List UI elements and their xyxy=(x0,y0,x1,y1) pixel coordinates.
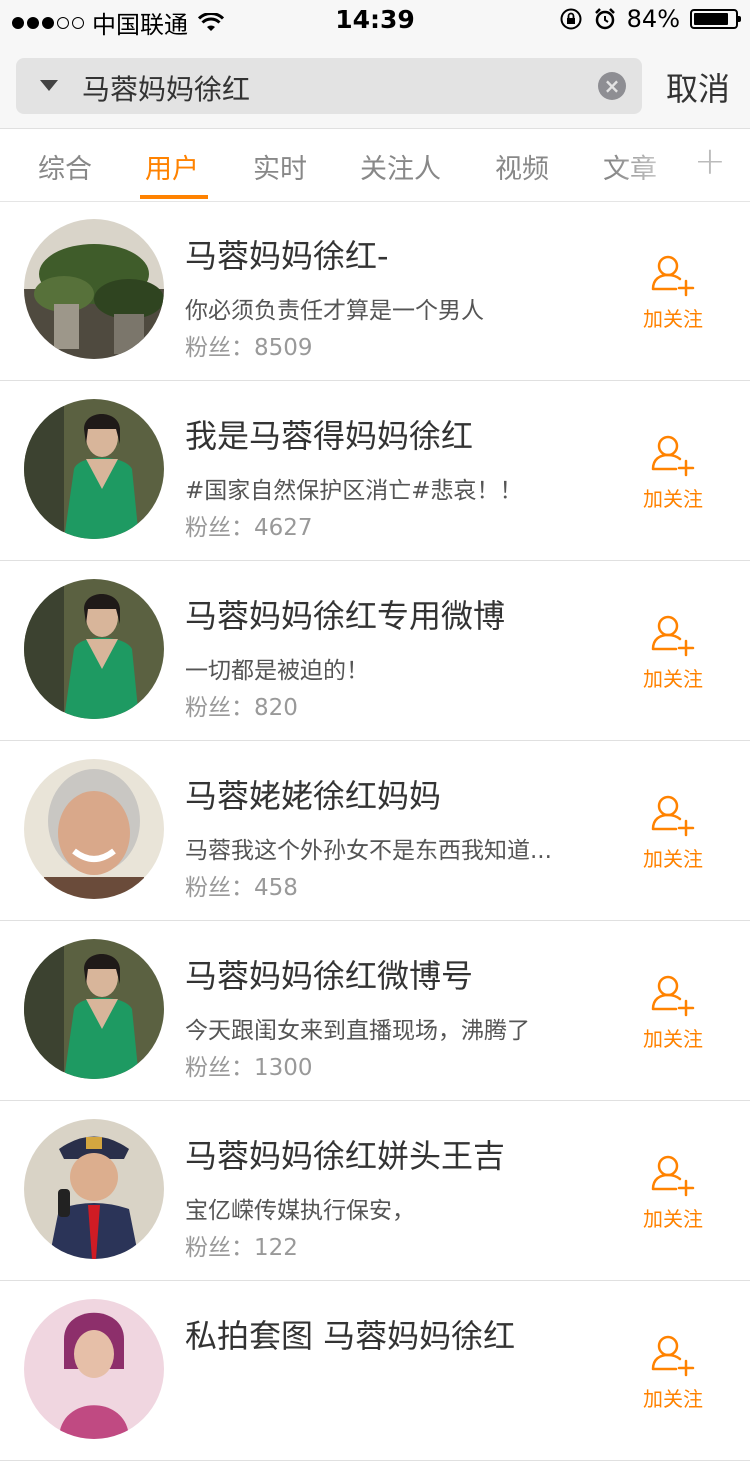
follow-button[interactable]: 加关注 xyxy=(640,791,706,872)
user-name[interactable]: 马蓉妈妈徐红专用微博 xyxy=(185,591,505,637)
user-name[interactable]: 马蓉妈妈徐红微博号 xyxy=(185,951,473,997)
add-user-icon xyxy=(651,1155,695,1197)
search-type-dropdown-icon[interactable] xyxy=(40,80,58,91)
search-input[interactable]: 马蓉妈妈徐红 × xyxy=(16,58,642,114)
tab-followed[interactable]: 关注人 xyxy=(360,147,441,186)
user-description: 马蓉我这个外孙女不是东西我知道... xyxy=(185,838,552,864)
user-result-row[interactable]: 马蓉妈妈徐红姘头王吉 宝亿嵘传媒执行保安， 粉丝：122 加关注 xyxy=(0,1101,750,1281)
add-user-icon xyxy=(651,435,695,477)
user-result-row[interactable]: 马蓉妈妈徐红- 你必须负责任才算是一个男人 粉丝：8509 加关注 xyxy=(0,201,750,381)
user-description: 宝亿嵘传媒执行保安， xyxy=(185,1198,415,1224)
woman-green-avatar[interactable] xyxy=(24,399,164,539)
follow-label: 加关注 xyxy=(643,307,703,331)
tab-realtime[interactable]: 实时 xyxy=(253,147,307,186)
follow-button[interactable]: 加关注 xyxy=(640,431,706,512)
fans-label: 粉丝： xyxy=(185,695,254,721)
user-result-row[interactable]: 我是马蓉得妈妈徐红 #国家自然保护区消亡#悲哀！！ 粉丝：4627 加关注 xyxy=(0,381,750,561)
follow-button[interactable]: 加关注 xyxy=(640,251,706,332)
battery-level xyxy=(694,13,728,25)
fans-label: 粉丝： xyxy=(185,335,254,361)
fans-label: 粉丝： xyxy=(185,1235,254,1261)
tab-all[interactable]: 综合 xyxy=(38,147,92,186)
user-fans-count: 粉丝：122 xyxy=(185,1228,298,1262)
add-user-icon xyxy=(651,255,695,297)
user-description: 你必须负责任才算是一个男人 xyxy=(185,298,484,324)
user-fans-count: 粉丝：1300 xyxy=(185,1048,313,1082)
user-name[interactable]: 马蓉妈妈徐红- xyxy=(185,231,389,277)
user-result-row[interactable]: 私拍套图 马蓉妈妈徐红 加关注 xyxy=(0,1281,750,1461)
battery-percent: 84% xyxy=(626,5,680,33)
elderly-woman-avatar[interactable] xyxy=(24,759,164,899)
add-user-icon xyxy=(651,795,695,837)
add-tab-icon[interactable]: + xyxy=(694,139,726,183)
user-result-row[interactable]: 马蓉妈妈徐红专用微博 一切都是被迫的！ 粉丝：820 加关注 xyxy=(0,561,750,741)
alarm-icon xyxy=(594,8,615,30)
user-name[interactable]: 马蓉姥姥徐红妈妈 xyxy=(185,771,441,817)
follow-button[interactable]: 加关注 xyxy=(640,611,706,692)
fans-value: 1300 xyxy=(254,1055,313,1081)
follow-label: 加关注 xyxy=(643,487,703,511)
scenery-avatar[interactable] xyxy=(24,219,164,359)
woman-pink-avatar[interactable] xyxy=(24,1299,164,1439)
user-description: #国家自然保护区消亡#悲哀！！ xyxy=(185,478,523,504)
follow-button[interactable]: 加关注 xyxy=(640,1151,706,1232)
user-description: 一切都是被迫的！ xyxy=(185,658,369,684)
fans-value: 8509 xyxy=(254,335,313,361)
woman-green-avatar[interactable] xyxy=(24,579,164,719)
follow-button[interactable]: 加关注 xyxy=(640,1331,706,1412)
user-result-row[interactable]: 马蓉妈妈徐红微博号 今天跟闺女来到直播现场，沸腾了 粉丝：1300 加关注 xyxy=(0,921,750,1101)
follow-label: 加关注 xyxy=(643,1027,703,1051)
fans-label: 粉丝： xyxy=(185,875,254,901)
user-fans-count: 粉丝：458 xyxy=(185,868,298,902)
follow-button[interactable]: 加关注 xyxy=(640,971,706,1052)
search-header: 马蓉妈妈徐红 × 取消 xyxy=(0,40,750,129)
add-user-icon xyxy=(651,1335,695,1377)
cancel-button[interactable]: 取消 xyxy=(666,64,730,110)
fans-value: 820 xyxy=(254,695,298,721)
status-bar: 中国联通 14:39 84% xyxy=(0,0,750,40)
fans-value: 458 xyxy=(254,875,298,901)
add-user-icon xyxy=(651,975,695,1017)
search-query-text[interactable]: 马蓉妈妈徐红 xyxy=(82,68,250,108)
fans-value: 4627 xyxy=(254,515,313,541)
battery-icon xyxy=(690,9,741,29)
user-name[interactable]: 私拍套图 马蓉妈妈徐红 xyxy=(185,1311,515,1357)
clear-search-icon[interactable]: × xyxy=(598,72,626,100)
user-fans-count: 粉丝：8509 xyxy=(185,328,313,362)
security-guard-avatar[interactable] xyxy=(24,1119,164,1259)
follow-label: 加关注 xyxy=(643,1207,703,1231)
tab-videos[interactable]: 视频 xyxy=(495,147,549,186)
add-user-icon xyxy=(651,615,695,657)
woman-green-avatar[interactable] xyxy=(24,939,164,1079)
rotation-lock-icon xyxy=(560,8,582,30)
user-fans-count: 粉丝：4627 xyxy=(185,508,313,542)
user-result-row[interactable]: 马蓉姥姥徐红妈妈 马蓉我这个外孙女不是东西我知道... 粉丝：458 加关注 xyxy=(0,741,750,921)
fans-label: 粉丝： xyxy=(185,1055,254,1081)
fans-value: 122 xyxy=(254,1235,298,1261)
user-results-list: 马蓉妈妈徐红- 你必须负责任才算是一个男人 粉丝：8509 加关注 我是马蓉得妈… xyxy=(0,201,750,1461)
user-fans-count: 粉丝：820 xyxy=(185,688,298,722)
result-tabs: 综合 用户 实时 关注人 视频 文章 + xyxy=(0,129,750,202)
active-tab-indicator xyxy=(140,195,208,199)
follow-label: 加关注 xyxy=(643,667,703,691)
user-name[interactable]: 马蓉妈妈徐红姘头王吉 xyxy=(185,1131,505,1177)
tab-users[interactable]: 用户 xyxy=(145,147,199,186)
user-name[interactable]: 我是马蓉得妈妈徐红 xyxy=(185,411,473,457)
fans-label: 粉丝： xyxy=(185,515,254,541)
follow-label: 加关注 xyxy=(643,847,703,871)
follow-label: 加关注 xyxy=(643,1387,703,1411)
user-description: 今天跟闺女来到直播现场，沸腾了 xyxy=(185,1018,530,1044)
